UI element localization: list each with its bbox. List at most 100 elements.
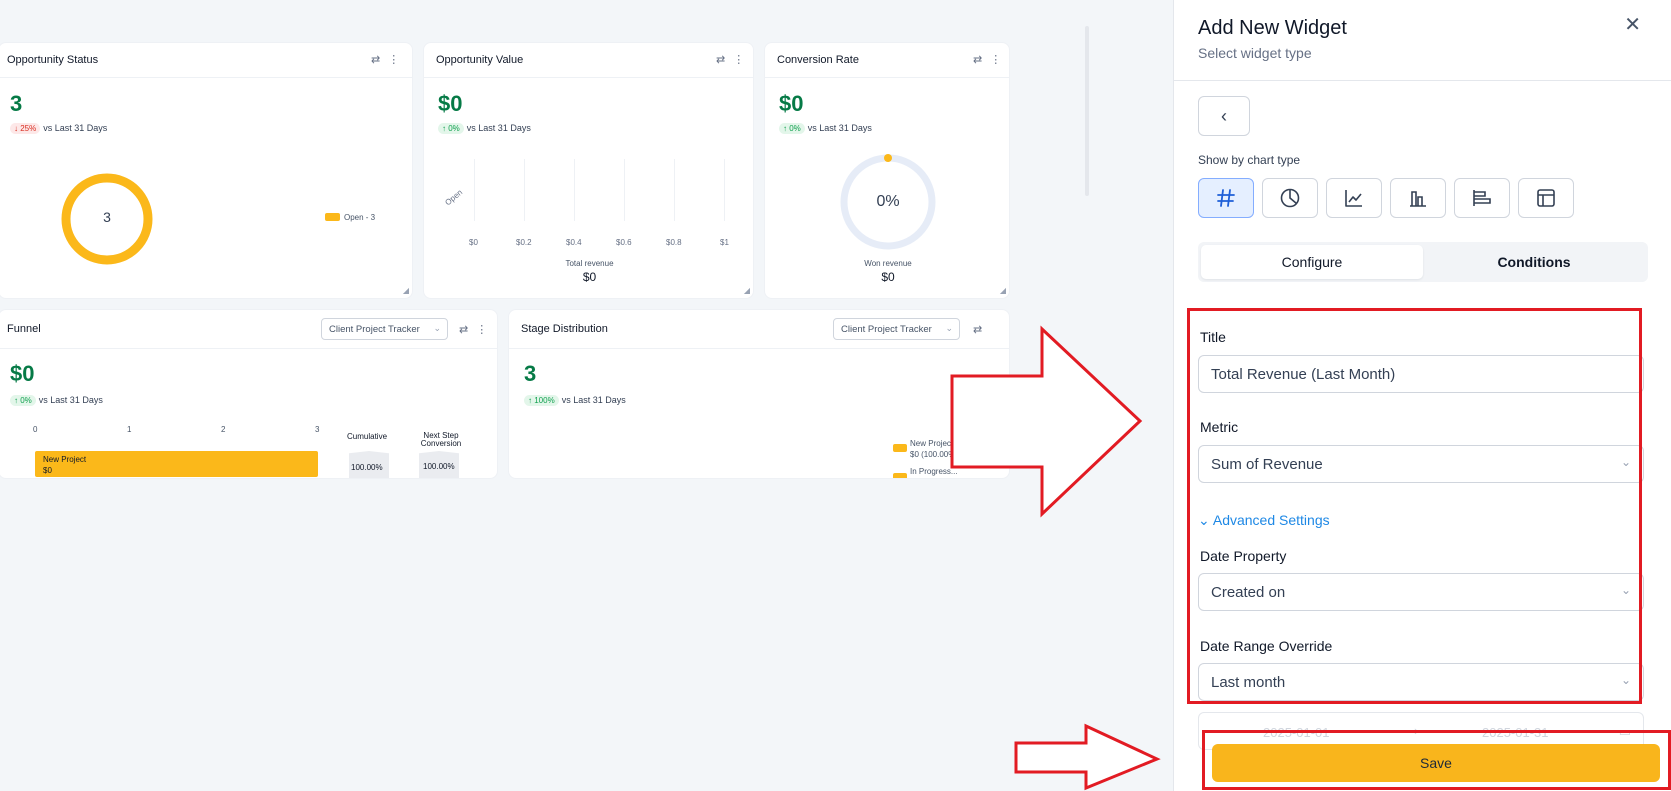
kpi-value: 3 [10,91,23,116]
scrollbar-thumb[interactable] [1085,26,1089,196]
title-field-label: Title [1200,329,1226,345]
card-actions[interactable]: ⇄⋮ [459,323,495,336]
cumulative-value: 100.00% [351,463,383,472]
date-from-input[interactable]: 2025-01-01 [1263,725,1330,740]
chart-caption-value: $0 [881,270,895,284]
kpi-value: $0 [779,91,804,116]
grid-line [524,159,525,221]
delta-badge: ↑ 0% [438,123,464,134]
pipeline-select[interactable]: Client Project Tracker ⌄ [833,318,960,340]
kpi-delta: ↓ 25% vs Last 31 Days [10,123,107,134]
chevron-down-icon: ⌄ [433,323,441,333]
resize-handle-icon[interactable]: ◢ [744,286,750,295]
gauge-marker [884,154,892,162]
arrow-right-icon: › [1414,723,1419,738]
axis-tick: 2 [221,425,226,434]
resize-handle-icon[interactable]: ◢ [1000,286,1006,295]
delta-text: vs Last 31 Days [38,395,103,405]
date-to-input[interactable]: 2025-01-31 [1482,725,1549,740]
x-tick: $0.6 [616,238,632,247]
swap-icon[interactable]: ⇄ [716,54,733,66]
legend-label: In Progress... [910,467,958,476]
metric-select-value: Sum of Revenue [1211,456,1323,473]
pie-icon [1280,188,1300,208]
legend-swatch [893,473,907,478]
x-tick: $1 [720,238,729,247]
chevron-down-icon: ⌄ [945,323,953,333]
tab-configure[interactable]: Configure [1201,245,1423,279]
grid-line [624,159,625,221]
tab-conditions[interactable]: Conditions [1423,245,1645,279]
card-title: Conversion Rate [777,54,859,66]
resize-handle-icon[interactable]: ◢ [403,286,409,295]
conversion-rate-card: Conversion Rate ⇄⋮ $0 ↑ 0% vs Last 31 Day… [764,42,1010,299]
delta-badge: ↑ 0% [779,123,805,134]
pipeline-select-value: Client Project Tracker [329,324,420,335]
kpi-value: $0 [10,361,35,386]
kpi-delta: ↑ 0% vs Last 31 Days [10,395,103,406]
panel-subtitle: Select widget type [1198,45,1312,61]
date-range-value: Last month [1211,674,1286,691]
number-icon [1217,189,1235,207]
card-actions[interactable]: ⇄⋮ [973,53,1009,66]
grid-line [674,159,675,221]
more-icon[interactable]: ⋮ [733,54,752,66]
card-title: Funnel [7,323,41,335]
close-icon[interactable]: ✕ [1624,12,1641,37]
bar-chart-icon [1410,191,1426,207]
save-button[interactable]: Save [1212,744,1660,782]
more-icon[interactable]: ⋮ [990,54,1009,66]
axis-tick: 3 [315,425,320,434]
x-tick: $0.2 [516,238,532,247]
chevron-down-icon: ⌄ [1620,455,1631,469]
card-actions[interactable]: ⇄⋮ [371,53,407,66]
card-header: Stage Distribution Client Project Tracke… [509,310,1009,349]
kpi-delta: ↑ 0% vs Last 31 Days [438,123,531,134]
y-axis-label: Open [443,187,465,208]
grid-line [474,159,475,221]
delta-badge: ↓ 25% [10,123,41,134]
swap-icon[interactable]: ⇄ [973,324,990,336]
chart-type-bar[interactable] [1390,178,1446,218]
chart-type-pie[interactable] [1262,178,1318,218]
pipeline-select[interactable]: Client Project Tracker ⌄ [321,318,448,340]
card-header: Funnel Client Project Tracker ⌄ ⇄⋮ [0,310,497,349]
grid-line [574,159,575,221]
metric-select[interactable]: Sum of Revenue ⌄ [1198,445,1644,483]
card-title: Stage Distribution [521,323,608,335]
panel-title: Add New Widget [1198,17,1347,39]
card-header: Opportunity Value ⇄⋮ [424,43,753,78]
calendar-icon[interactable]: ▭ [1619,724,1631,740]
cumulative-header: Cumulative [347,432,388,441]
card-actions[interactable]: ⇄ [973,323,990,336]
advanced-settings-toggle[interactable]: ⌄ Advanced Settings [1198,512,1330,529]
date-range-select[interactable]: Last month ⌄ [1198,663,1644,701]
chevron-down-icon: ⌄ [1198,512,1213,528]
chart-type-label: Show by chart type [1198,153,1301,167]
grid-line [724,159,725,221]
swap-icon[interactable]: ⇄ [371,54,388,66]
legend-sub-label: $0 (100.00%) - 3 [910,450,970,459]
swap-icon[interactable]: ⇄ [973,54,990,66]
line-chart-icon [1345,190,1362,207]
legend-swatch [893,444,907,452]
date-property-select[interactable]: Created on ⌄ [1198,573,1644,611]
chart-type-line[interactable] [1326,178,1382,218]
swap-icon[interactable]: ⇄ [459,324,476,336]
opportunity-status-card: Opportunity Status ⇄⋮ 3 ↓ 25% vs Last 31 … [0,42,413,299]
card-actions[interactable]: ⇄⋮ [716,53,752,66]
card-title: Opportunity Status [7,54,99,66]
chart-caption: Won revenue [864,259,912,268]
legend-label: New Project... [910,439,960,448]
more-icon[interactable]: ⋮ [388,54,407,66]
chart-type-horizontal-bar[interactable] [1454,178,1510,218]
back-button[interactable]: ‹ [1198,96,1250,136]
chart-type-table[interactable] [1518,178,1574,218]
chart-type-number[interactable] [1198,178,1254,218]
title-input[interactable]: Total Revenue (Last Month) [1198,355,1644,393]
chevron-down-icon: ⌄ [1620,583,1631,597]
pipeline-select-value: Client Project Tracker [841,324,932,335]
more-icon[interactable]: ⋮ [476,324,495,336]
chevron-left-icon: ‹ [1221,106,1227,126]
chevron-down-icon: ⌄ [1620,673,1631,687]
